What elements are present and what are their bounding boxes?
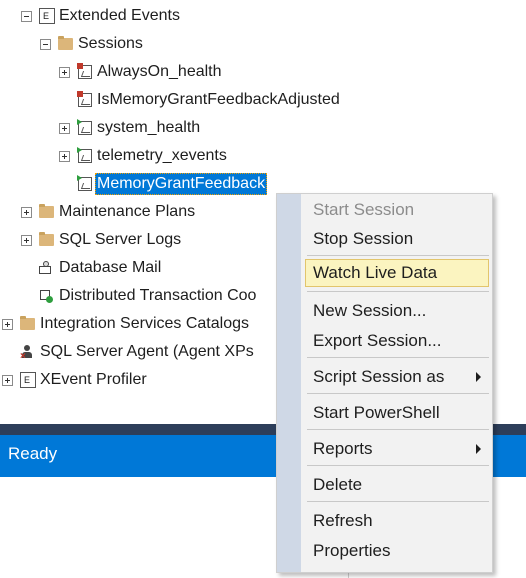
collapse-icon[interactable] — [40, 39, 51, 50]
menu-item-label: Refresh — [313, 511, 373, 530]
xevent-profiler-icon: E — [20, 372, 36, 388]
menu-item-properties[interactable]: Properties — [305, 537, 489, 565]
sql-agent-icon: × — [20, 345, 34, 362]
submenu-arrow-icon — [476, 372, 481, 382]
menu-item-label: Watch Live Data — [313, 263, 438, 282]
tree-label: Distributed Transaction Coo — [59, 287, 257, 304]
tree-label: system_health — [97, 119, 201, 136]
menu-item-label: Script Session as — [313, 367, 445, 386]
tree-label: Maintenance Plans — [59, 203, 196, 220]
submenu-arrow-icon — [476, 444, 481, 454]
tree-label: Database Mail — [59, 259, 162, 276]
tree-label: telemetry_xevents — [97, 147, 227, 164]
tree-label: Integration Services Catalogs — [40, 315, 249, 332]
context-menu: Start Session Stop Session Watch Live Da… — [276, 193, 493, 573]
expand-icon[interactable] — [59, 67, 70, 78]
database-mail-icon — [39, 261, 53, 275]
stopped-indicator-icon — [77, 91, 83, 97]
tree-node-extended-events[interactable]: E Extended Events — [0, 4, 526, 28]
folder-icon — [20, 316, 35, 330]
expand-icon[interactable] — [21, 235, 32, 246]
menu-separator — [307, 357, 489, 358]
tree-node-session-alwayson[interactable]: AlwaysOn_health — [0, 60, 526, 84]
menu-item-label: New Session... — [313, 301, 427, 320]
menu-item-stop-session[interactable]: Stop Session — [305, 225, 489, 253]
expand-icon[interactable] — [2, 375, 13, 386]
menu-item-label: Delete — [313, 475, 363, 494]
tree-node-session-ismemory[interactable]: IsMemoryGrantFeedbackAdjusted — [0, 88, 526, 112]
expand-icon[interactable] — [59, 151, 70, 162]
tree-label: Extended Events — [59, 7, 180, 24]
menu-item-refresh[interactable]: Refresh — [305, 507, 489, 535]
running-indicator-icon — [77, 119, 82, 125]
menu-item-export-session[interactable]: Export Session... — [305, 327, 489, 355]
menu-separator — [307, 501, 489, 502]
running-indicator-icon — [77, 175, 82, 181]
tree-label-selected: MemoryGrantFeedback — [95, 173, 268, 195]
folder-icon — [39, 204, 54, 218]
tree-node-sessions[interactable]: Sessions — [0, 32, 526, 56]
folder-icon — [39, 232, 54, 246]
menu-separator — [307, 255, 489, 256]
dtc-icon — [39, 289, 53, 303]
status-text: Ready — [8, 444, 58, 463]
menu-separator — [307, 291, 489, 292]
menu-item-label: Start PowerShell — [313, 403, 440, 422]
menu-item-script-session-as[interactable]: Script Session as — [305, 363, 489, 391]
tree-label: IsMemoryGrantFeedbackAdjusted — [97, 91, 340, 108]
menu-item-watch-live-data[interactable]: Watch Live Data — [305, 259, 489, 287]
expand-icon[interactable] — [21, 207, 32, 218]
tree-label: SQL Server Logs — [59, 231, 182, 248]
menu-item-new-session[interactable]: New Session... — [305, 297, 489, 325]
menu-item-label: Properties — [313, 541, 391, 560]
menu-icon-gutter — [277, 194, 301, 572]
menu-item-label: Stop Session — [313, 229, 414, 248]
menu-separator — [307, 429, 489, 430]
tree-label: Sessions — [78, 35, 143, 52]
tree-label: SQL Server Agent (Agent XPs — [40, 343, 254, 360]
running-indicator-icon — [77, 147, 82, 153]
menu-item-delete[interactable]: Delete — [305, 471, 489, 499]
extended-events-icon: E — [39, 8, 55, 24]
expand-icon[interactable] — [59, 123, 70, 134]
menu-item-label: Start Session — [313, 200, 415, 219]
expand-icon[interactable] — [2, 319, 13, 330]
tree-node-session-system-health[interactable]: system_health — [0, 116, 526, 140]
menu-item-reports[interactable]: Reports — [305, 435, 489, 463]
menu-item-label: Reports — [313, 439, 373, 458]
menu-separator — [307, 393, 489, 394]
menu-item-label: Export Session... — [313, 331, 442, 350]
collapse-icon[interactable] — [21, 11, 32, 22]
menu-item-start-session[interactable]: Start Session — [305, 196, 489, 224]
folder-icon — [58, 36, 73, 50]
menu-separator — [307, 465, 489, 466]
tree-label: AlwaysOn_health — [97, 63, 222, 80]
stopped-indicator-icon — [77, 63, 83, 69]
menu-item-start-powershell[interactable]: Start PowerShell — [305, 399, 489, 427]
tree-node-session-telemetry[interactable]: telemetry_xevents — [0, 144, 526, 168]
tree-label: XEvent Profiler — [40, 371, 147, 388]
